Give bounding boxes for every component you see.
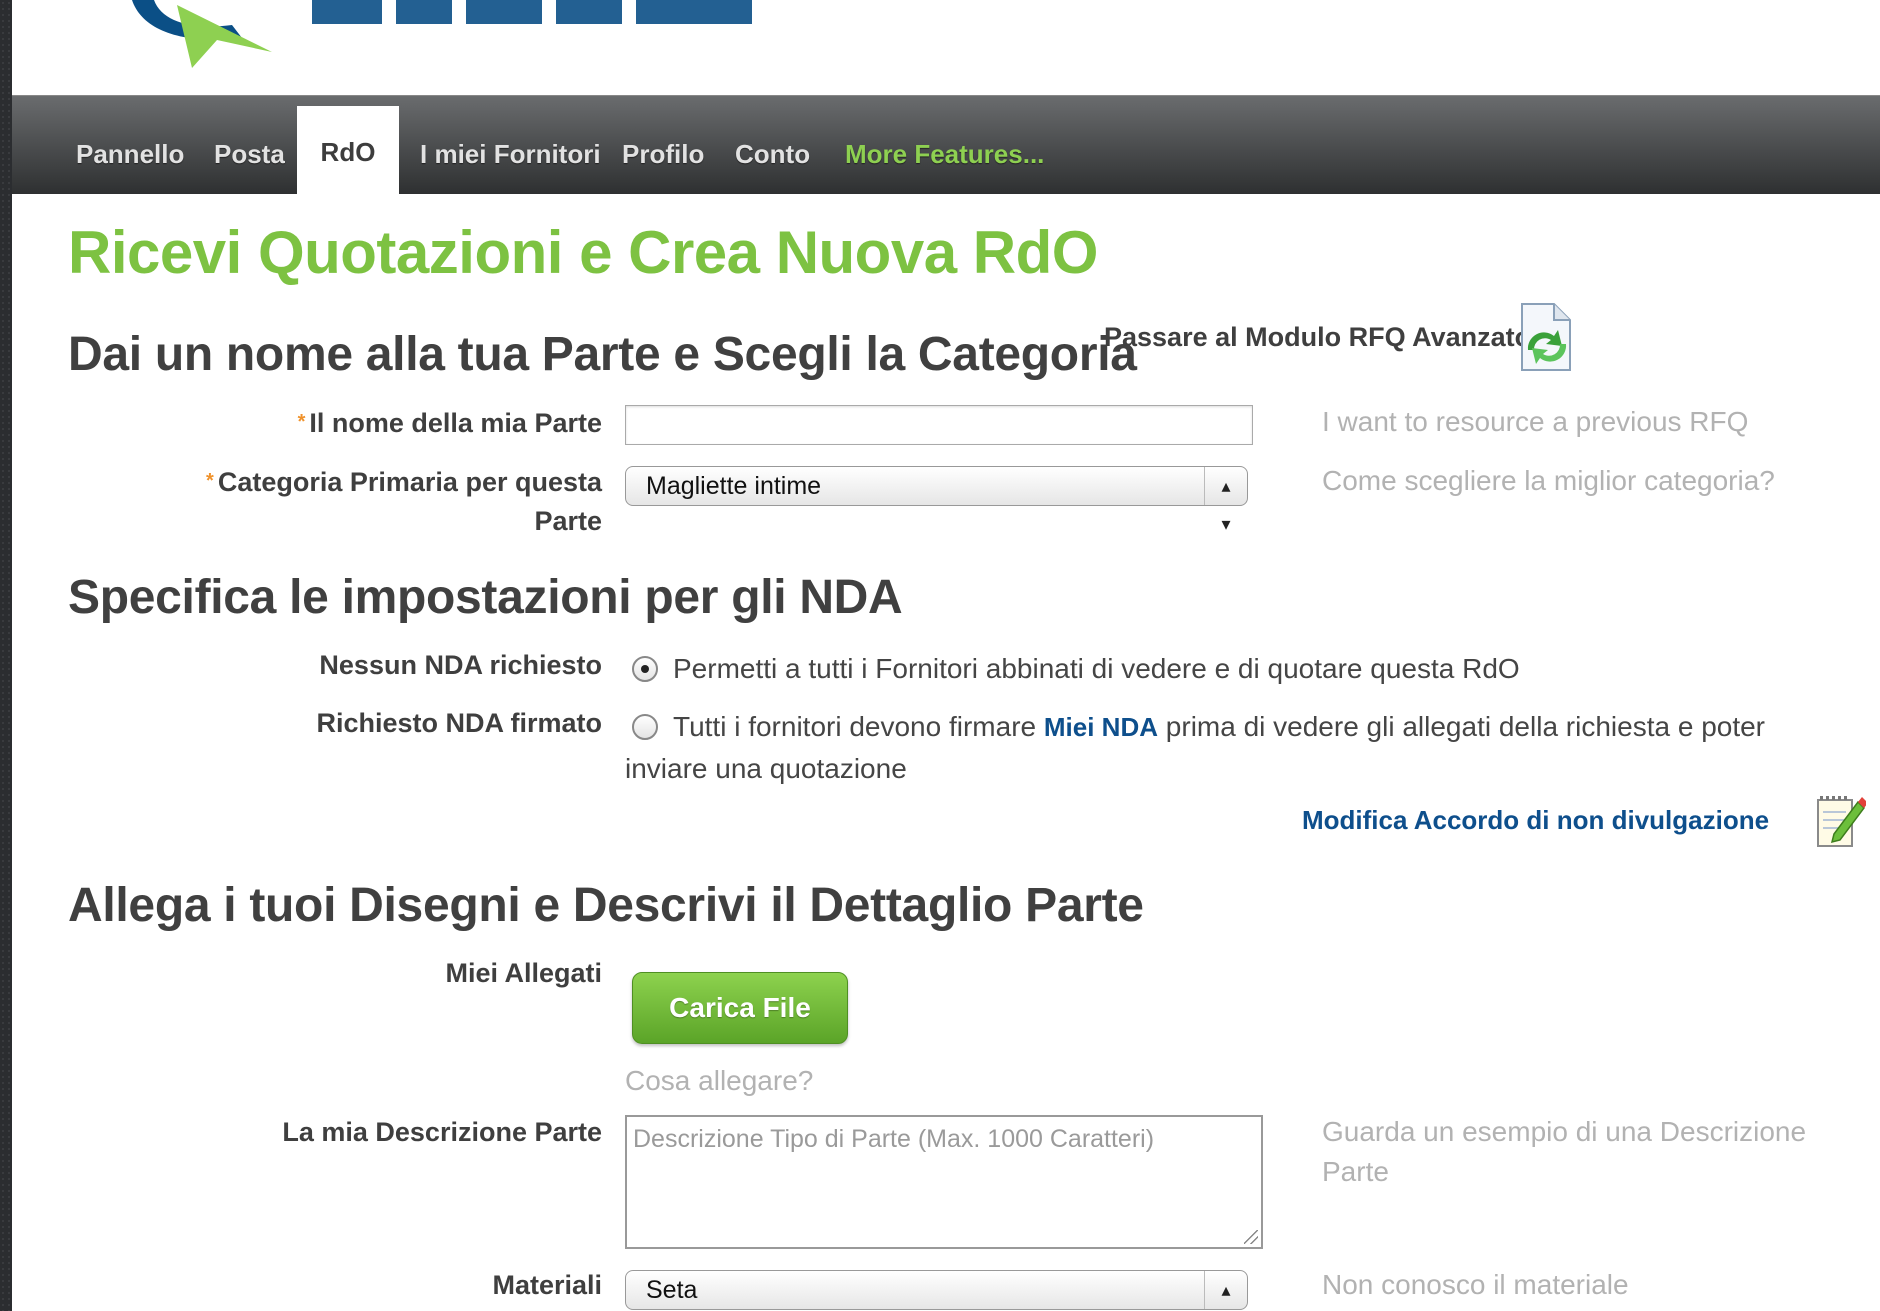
refresh-document-icon — [1514, 300, 1580, 379]
radio-selected-dot — [641, 665, 649, 673]
nda-signed-radio[interactable] — [632, 714, 658, 740]
category-label-line2: Parte — [534, 506, 602, 536]
category-label: * Categoria Primaria per questa — [206, 467, 602, 497]
advanced-form-link[interactable]: Passare al Modulo RFQ Avanzato — [1104, 303, 1571, 371]
tab-pannello[interactable]: Pannello — [76, 108, 184, 194]
nda-none-radio[interactable] — [632, 656, 658, 682]
category-select-value: Magliette intime — [646, 472, 822, 500]
advanced-form-label: Passare al Modulo RFQ Avanzato — [1104, 322, 1532, 352]
category-select[interactable]: Magliette intime ▴ ▾ — [625, 466, 1248, 534]
part-name-input[interactable] — [625, 405, 1253, 445]
section-heading-nda: Specifica le impostazioni per gli NDA — [68, 571, 903, 624]
nda-option1-label: Nessun NDA richiesto — [319, 650, 602, 680]
page-title: Ricevi Quotazioni e Crea Nuova RdO — [68, 219, 1098, 286]
nda-option2-text: Tutti i fornitori devono firmare Miei ND… — [673, 711, 1766, 742]
logo[interactable] — [122, 0, 762, 70]
tab-posta[interactable]: Posta — [214, 108, 285, 194]
nda-option2-label: Richiesto NDA firmato — [316, 708, 602, 738]
nda-option1-text: Permetti a tutti i Fornitori abbinati di… — [673, 653, 1520, 684]
page: Pannello Posta RdO I miei Fornitori Prof… — [12, 0, 1880, 1311]
resize-handle-icon[interactable] — [1244, 1230, 1258, 1244]
materials-select-value: Seta — [646, 1276, 698, 1304]
tab-profilo[interactable]: Profilo — [622, 108, 704, 194]
description-placeholder: Descrizione Tipo di Parte (Max. 1000 Car… — [633, 1125, 1155, 1153]
tab-my-suppliers[interactable]: I miei Fornitori — [420, 108, 601, 194]
edit-nda-label: Modifica Accordo di non divulgazione — [1302, 805, 1770, 835]
notepad-pencil-icon — [1812, 790, 1868, 855]
description-example-link[interactable]: Guarda un esempio di una Descrizione — [1322, 1112, 1806, 1152]
tab-more-features[interactable]: More Features... — [845, 108, 1044, 194]
unknown-material-link[interactable]: Non conosco il materiale — [1322, 1265, 1629, 1305]
category-help-link[interactable]: Come scegliere la miglior categoria? — [1322, 461, 1775, 501]
upload-file-button[interactable]: Carica File — [632, 972, 848, 1044]
section-heading-name-category: Dai un nome alla tua Parte e Scegli la C… — [68, 328, 1137, 381]
main-nav: Pannello Posta RdO I miei Fornitori Prof… — [12, 95, 1880, 194]
my-nda-link[interactable]: Miei NDA — [1044, 712, 1158, 742]
select-arrows-icon: ▴▾ — [1204, 467, 1247, 534]
materials-select[interactable]: Seta ▴▾ — [625, 1270, 1248, 1310]
previous-rfq-link[interactable]: I want to resource a previous RFQ — [1322, 402, 1748, 442]
required-marker: * — [297, 411, 306, 433]
what-to-attach-link[interactable]: Cosa allegare? — [625, 1061, 813, 1101]
tab-rdo[interactable]: RdO — [297, 106, 399, 194]
part-name-label: * Il nome della mia Parte — [297, 408, 602, 438]
section-heading-attachments: Allega i tuoi Disegni e Descrivi il Dett… — [68, 879, 1144, 932]
edit-nda-link[interactable]: Modifica Accordo di non divulgazione — [1302, 796, 1868, 854]
description-textarea[interactable]: Descrizione Tipo di Parte (Max. 1000 Car… — [625, 1115, 1263, 1249]
nda-option2-text-line2: inviare una quotazione — [625, 753, 907, 784]
materials-label: Materiali — [492, 1270, 602, 1300]
description-label: La mia Descrizione Parte — [282, 1117, 602, 1147]
tab-conto[interactable]: Conto — [735, 108, 810, 194]
select-arrows-icon: ▴▾ — [1204, 1271, 1247, 1309]
required-marker: * — [206, 470, 214, 492]
description-example-link-line2[interactable]: Parte — [1322, 1152, 1389, 1192]
logo-mark-icon — [132, 0, 752, 68]
attachments-label: Miei Allegati — [445, 958, 602, 988]
